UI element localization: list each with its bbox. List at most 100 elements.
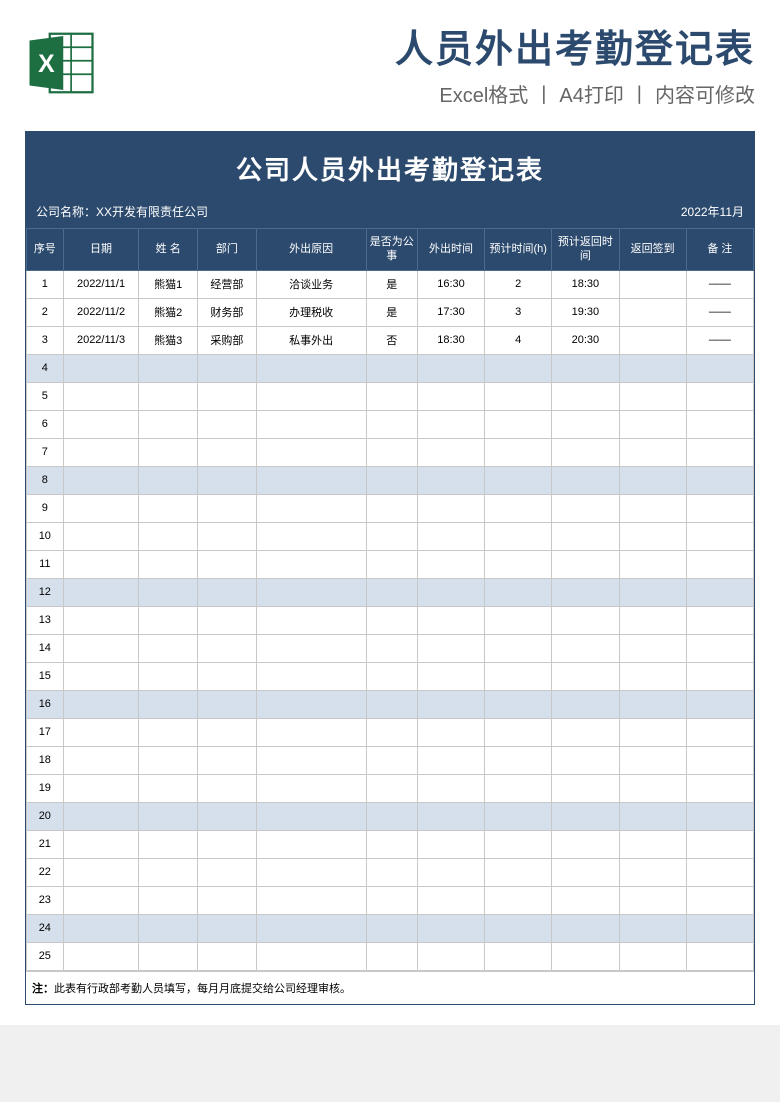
sheet-container: 公司人员外出考勤登记表 公司名称：XX开发有限责任公司 2022年11月 序号 … <box>0 116 780 1025</box>
cell-note <box>686 662 753 690</box>
cell-name <box>139 718 198 746</box>
cell-date <box>63 466 139 494</box>
cell-seq: 12 <box>27 578 64 606</box>
cell-sign <box>619 270 686 298</box>
cell-date: 2022/11/1 <box>63 270 139 298</box>
cell-dept: 经营部 <box>198 270 257 298</box>
cell-reason <box>256 718 366 746</box>
cell-seq: 4 <box>27 354 64 382</box>
cell-seq: 14 <box>27 634 64 662</box>
cell-note <box>686 438 753 466</box>
cell-ret: 18:30 <box>552 270 619 298</box>
cell-reason <box>256 606 366 634</box>
cell-reason <box>256 690 366 718</box>
cell-biz <box>366 858 417 886</box>
cell-date <box>63 662 139 690</box>
cell-note <box>686 774 753 802</box>
cell-ret <box>552 354 619 382</box>
cell-note <box>686 522 753 550</box>
cell-ret <box>552 438 619 466</box>
cell-dept <box>198 886 257 914</box>
cell-est <box>485 466 552 494</box>
attendance-sheet: 公司人员外出考勤登记表 公司名称：XX开发有限责任公司 2022年11月 序号 … <box>25 131 755 1005</box>
cell-ret <box>552 494 619 522</box>
cell-dept <box>198 718 257 746</box>
cell-ret <box>552 746 619 774</box>
cell-est <box>485 830 552 858</box>
cell-biz: 是 <box>366 270 417 298</box>
cell-biz <box>366 466 417 494</box>
table-row: 21 <box>27 830 754 858</box>
cell-out <box>417 718 484 746</box>
cell-reason <box>256 466 366 494</box>
cell-out: 16:30 <box>417 270 484 298</box>
cell-sign <box>619 830 686 858</box>
cell-out <box>417 802 484 830</box>
cell-reason <box>256 942 366 970</box>
cell-est <box>485 522 552 550</box>
cell-dept <box>198 942 257 970</box>
cell-out <box>417 774 484 802</box>
cell-biz: 是 <box>366 298 417 326</box>
cell-note <box>686 382 753 410</box>
cell-date: 2022/11/2 <box>63 298 139 326</box>
cell-sign <box>619 382 686 410</box>
cell-reason <box>256 662 366 690</box>
cell-sign <box>619 718 686 746</box>
cell-sign <box>619 410 686 438</box>
cell-note: —— <box>686 270 753 298</box>
cell-note: —— <box>686 326 753 354</box>
cell-out <box>417 550 484 578</box>
cell-name <box>139 606 198 634</box>
cell-dept <box>198 466 257 494</box>
cell-seq: 23 <box>27 886 64 914</box>
period-label: 2022年11月 <box>681 203 744 220</box>
cell-reason <box>256 494 366 522</box>
cell-dept <box>198 382 257 410</box>
cell-out <box>417 522 484 550</box>
cell-out <box>417 690 484 718</box>
cell-reason <box>256 382 366 410</box>
cell-out <box>417 438 484 466</box>
cell-seq: 22 <box>27 858 64 886</box>
cell-est <box>485 634 552 662</box>
cell-name: 熊猫2 <box>139 298 198 326</box>
cell-ret <box>552 382 619 410</box>
cell-note <box>686 690 753 718</box>
cell-seq: 6 <box>27 410 64 438</box>
cell-dept <box>198 830 257 858</box>
cell-date <box>63 774 139 802</box>
cell-date <box>63 942 139 970</box>
col-header-out: 外出时间 <box>417 229 484 271</box>
cell-note <box>686 746 753 774</box>
table-row: 22022/11/2熊猫2财务部办理税收是17:30319:30—— <box>27 298 754 326</box>
cell-est: 4 <box>485 326 552 354</box>
cell-biz <box>366 438 417 466</box>
cell-date <box>63 522 139 550</box>
cell-name: 熊猫3 <box>139 326 198 354</box>
table-row: 14 <box>27 634 754 662</box>
cell-date <box>63 634 139 662</box>
cell-seq: 20 <box>27 802 64 830</box>
cell-sign <box>619 550 686 578</box>
cell-est <box>485 690 552 718</box>
cell-dept <box>198 354 257 382</box>
cell-ret <box>552 774 619 802</box>
cell-sign <box>619 466 686 494</box>
cell-dept <box>198 634 257 662</box>
page-header: X 人员外出考勤登记表 Excel格式 丨 A4打印 丨 内容可修改 <box>0 0 780 116</box>
table-row: 12022/11/1熊猫1经营部洽谈业务是16:30218:30—— <box>27 270 754 298</box>
cell-dept <box>198 858 257 886</box>
cell-reason <box>256 578 366 606</box>
cell-name <box>139 522 198 550</box>
cell-biz <box>366 718 417 746</box>
cell-biz <box>366 830 417 858</box>
table-row: 20 <box>27 802 754 830</box>
cell-reason <box>256 886 366 914</box>
table-row: 13 <box>27 606 754 634</box>
cell-biz: 否 <box>366 326 417 354</box>
cell-seq: 10 <box>27 522 64 550</box>
cell-seq: 25 <box>27 942 64 970</box>
cell-sign <box>619 634 686 662</box>
cell-ret <box>552 550 619 578</box>
